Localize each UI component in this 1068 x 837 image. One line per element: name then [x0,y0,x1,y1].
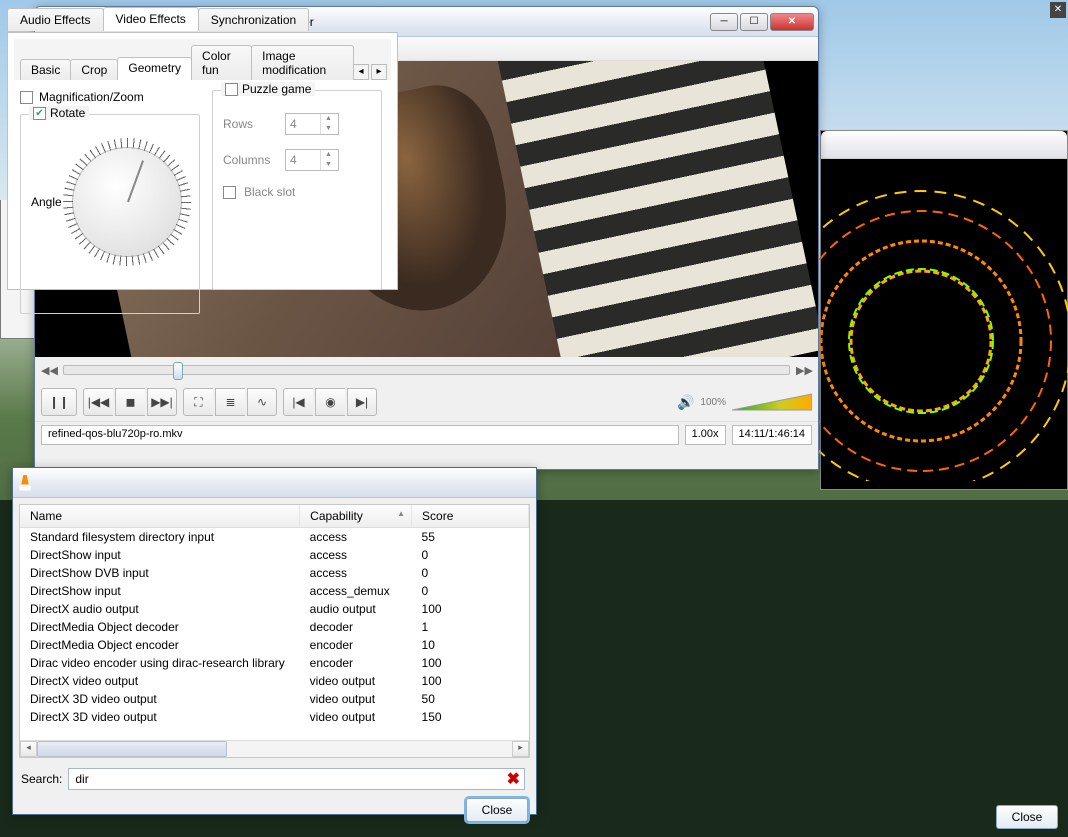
chevron-up-icon: ▲ [321,114,336,124]
volume-slider[interactable] [732,392,812,412]
stop-button[interactable]: ◼ [115,388,145,416]
seek-slider[interactable] [63,365,790,375]
table-row[interactable]: Dirac video encoder using dirac-research… [20,654,529,672]
angle-label: Angle [31,195,62,209]
frame-back-button[interactable]: |◀ [283,388,313,416]
next-track-button[interactable]: ▶▶| [147,388,177,416]
modules-table[interactable]: Name Capability▲ Score Standard filesyst… [19,504,530,758]
close-icon[interactable]: ✕ [1050,2,1066,18]
tab-synchronization[interactable]: Synchronization [198,8,309,31]
columns-stepper[interactable]: ▲▼ [285,149,339,171]
maximize-button[interactable] [740,13,768,31]
col-name[interactable]: Name [20,505,300,528]
frame-fwd-button[interactable]: ▶| [347,388,377,416]
effects-window: ✕ Audio Effects Video Effects Synchroniz… [0,0,405,339]
vlc-cone-icon [17,475,33,491]
table-row[interactable]: DirectMedia Object encoderencoder10 [20,636,529,654]
chevron-down-icon: ▼ [321,124,336,134]
search-label: Search: [21,772,62,786]
now-playing-field[interactable]: refined-qos-blu720p-ro.mkv [41,425,679,445]
seek-back-icon[interactable]: ◀◀ [41,364,57,377]
chevron-up-icon: ▲ [321,150,336,160]
angle-dial[interactable] [72,147,182,257]
rotate-checkbox[interactable] [33,107,46,120]
record-button[interactable]: ◉ [315,388,345,416]
minimize-button[interactable] [710,13,738,31]
modules-titlebar[interactable] [13,468,536,498]
pause-button[interactable]: ❙❙ [41,388,77,416]
scroll-right-button[interactable]: ▸ [512,741,529,757]
modules-window: Name Capability▲ Score Standard filesyst… [12,467,537,815]
scroll-left-button[interactable]: ◂ [20,741,37,757]
table-row[interactable]: DirectShow inputaccess0 [20,546,529,564]
table-row[interactable]: DirectX 3D video outputvideo output50 [20,690,529,708]
time-display[interactable]: 14:11/1:46:14 [732,425,812,445]
clear-search-icon[interactable]: ✖ [507,769,520,789]
table-row[interactable]: DirectX audio outputaudio output100 [20,600,529,618]
video-effects-subtabs: Basic Crop Geometry Color fun Image modi… [14,39,391,80]
rotate-group: Rotate Angle [20,114,200,314]
table-row[interactable]: DirectX video outputvideo output100 [20,672,529,690]
playlist-button[interactable]: ≣ [215,388,245,416]
tab-video-effects[interactable]: Video Effects [103,7,199,31]
black-slot-checkbox[interactable] [223,186,236,199]
rows-label: Rows [223,117,277,131]
black-slot-label: Black slot [244,185,295,199]
puzzle-group: Puzzle game Rows ▲▼ Columns ▲▼ [212,90,382,290]
puzzle-label: Puzzle game [242,82,311,96]
tab-image-modification[interactable]: Image modification [251,45,354,80]
seek-fwd-icon[interactable]: ▶▶ [796,364,812,377]
close-button[interactable]: Close [466,798,528,822]
table-row[interactable]: Standard filesystem directory inputacces… [20,528,529,547]
rotate-label: Rotate [50,106,85,120]
playback-speed[interactable]: 1.00x [685,425,726,445]
prev-track-button[interactable]: |◀◀ [83,388,113,416]
magnification-checkbox[interactable] [20,91,33,104]
tab-crop[interactable]: Crop [70,59,118,80]
volume-label: 100% [700,397,726,408]
tab-scroll-right-icon[interactable]: ▸ [371,64,387,80]
col-score[interactable]: Score [412,505,529,528]
tab-audio-effects[interactable]: Audio Effects [7,8,104,31]
table-row[interactable]: DirectX 3D video outputvideo output150 [20,708,529,726]
col-capability[interactable]: Capability▲ [300,505,412,528]
speaker-icon[interactable]: 🔊 [677,394,694,411]
tab-basic[interactable]: Basic [20,59,71,80]
ext-settings-button[interactable]: ∿ [247,388,277,416]
close-button[interactable]: Close [996,805,1058,829]
scroll-thumb[interactable] [37,741,227,757]
tab-scroll-left-icon[interactable]: ◂ [353,64,369,80]
visualization-window [820,130,1068,490]
tab-color-fun[interactable]: Color fun [191,45,252,80]
fullscreen-button[interactable]: ⛶ [183,388,213,416]
chevron-down-icon: ▼ [321,160,336,170]
horizontal-scrollbar[interactable]: ◂ ▸ [20,740,529,757]
tab-geometry[interactable]: Geometry [117,57,192,80]
table-row[interactable]: DirectShow inputaccess_demux0 [20,582,529,600]
close-button[interactable] [770,13,814,31]
rows-stepper[interactable]: ▲▼ [285,113,339,135]
sort-indicator-icon: ▲ [397,509,405,518]
puzzle-checkbox[interactable] [225,83,238,96]
table-row[interactable]: DirectMedia Object decoderdecoder1 [20,618,529,636]
table-row[interactable]: DirectShow DVB inputaccess0 [20,564,529,582]
search-input[interactable] [68,768,524,790]
magnification-label: Magnification/Zoom [39,90,144,104]
columns-label: Columns [223,153,277,167]
